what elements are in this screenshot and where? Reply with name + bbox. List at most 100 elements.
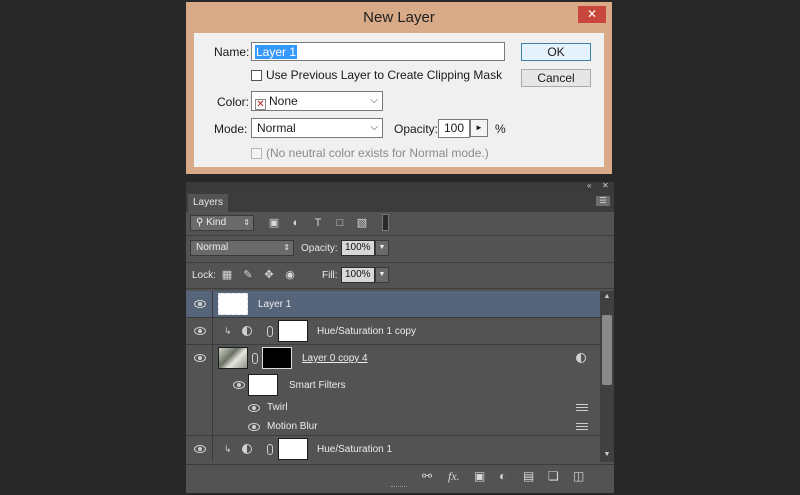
visibility-cell [186,417,213,435]
link-icon[interactable] [267,444,273,455]
eye-icon[interactable] [248,423,260,431]
ok-button[interactable]: OK [521,43,591,61]
close-icon[interactable]: ✕ [602,181,609,190]
layer-name-input[interactable]: Layer 1 [251,42,505,61]
visibility-toggle[interactable] [186,345,213,372]
clipping-arrow-icon: ↳ [224,326,232,336]
image-filter-icon[interactable]: ▣ [267,216,281,230]
panel-resize-grip[interactable] [391,486,407,491]
clipping-mask-checkbox[interactable] [251,70,262,81]
smart-object-thumbnail [218,347,248,369]
filter-blending-options-icon[interactable] [576,404,588,412]
link-icon[interactable] [267,326,273,337]
layer-opacity-label: Opacity: [301,243,338,254]
smart-filter-badge-icon [576,353,586,363]
layer-name: Layer 1 [258,299,292,310]
type-filter-icon[interactable]: T [311,216,325,230]
visibility-toggle[interactable] [186,318,213,344]
eye-icon [194,327,206,335]
layer-name: Layer 0 copy 4 [302,353,368,364]
updown-icon: ⇕ [283,243,290,252]
link-icon[interactable] [252,353,258,364]
opacity-dropdown-icon[interactable]: ▼ [375,240,389,256]
adjustment-filter-icon[interactable]: ◐ [289,216,303,230]
visibility-cell [186,398,213,417]
opacity-stepper[interactable]: ► [470,119,488,137]
opacity-input[interactable]: 100 [438,119,470,138]
new-layer-icon[interactable]: ❏ [548,469,559,483]
add-mask-icon[interactable]: ▣ [474,469,485,483]
divider [186,288,614,289]
trash-icon[interactable]: ◫ [573,469,584,483]
opacity-value: 100 [443,121,465,135]
layer-opacity-input[interactable]: 100% [341,240,375,256]
color-label: Color: [217,95,250,109]
scroll-down-icon[interactable]: ▼ [600,451,614,458]
color-value: None [269,94,298,108]
close-icon[interactable]: ✕ [578,6,606,23]
tab-layers[interactable]: Layers [188,194,228,212]
filter-kind-select[interactable]: ⚲ Kind ⇕ [190,215,254,231]
layer-mask-thumbnail [278,320,308,342]
filter-blending-options-icon[interactable] [576,423,588,431]
layer-row-hue-saturation-1-copy[interactable]: ↳ Hue/Saturation 1 copy [186,318,600,345]
layers-scrollbar[interactable]: ▲ ▼ [600,291,614,462]
neutral-color-checkbox[interactable] [251,148,262,159]
visibility-toggle[interactable] [186,436,213,462]
shape-filter-icon[interactable]: □ [333,216,347,230]
eye-icon[interactable] [248,404,260,412]
name-label: Name: [214,45,250,59]
scroll-thumb[interactable] [602,315,612,385]
search-icon: ⚲ [196,217,204,228]
collapse-icon[interactable]: « [587,181,591,190]
mode-label: Mode: [214,122,248,136]
lock-position-move-icon[interactable]: ✥ [262,268,276,282]
fill-input[interactable]: 100% [341,267,375,283]
blend-mode-select[interactable]: Normal ⇕ [190,240,294,256]
fx-icon[interactable]: fx. [448,469,460,483]
cancel-button[interactable]: Cancel [521,69,591,87]
fill-label: Fill: [322,270,338,281]
opacity-unit: % [495,122,506,136]
mode-select[interactable]: Normal ⌵ [251,118,383,138]
link-layers-icon[interactable]: ⚯ [422,469,432,483]
adjustment-icon[interactable]: ◐ [499,469,506,483]
no-color-icon: ✕ [255,99,266,110]
panel-menu-icon[interactable]: ☰ [596,196,610,206]
layer-thumbnail [218,293,248,315]
layers-panel: « ✕ Layers ☰ ⚲ Kind ⇕ ▣ ◐ T □ ▧ Normal ⇕… [186,181,614,493]
opacity-label: Opacity: [394,122,439,136]
neutral-color-label: (No neutral color exists for Normal mode… [266,146,489,160]
visibility-cell [186,372,213,398]
layer-name: Hue/Saturation 1 [317,444,393,455]
smart-filters-row[interactable]: Smart Filters [186,372,600,398]
eye-icon [194,354,206,362]
color-select[interactable]: ✕ None ⌵ [251,91,383,111]
new-layer-dialog: New Layer ✕ Name: Layer 1 OK Cancel Use … [186,2,612,174]
filter-name: Twirl [267,402,288,413]
visibility-toggle[interactable] [186,291,213,317]
eye-icon [194,445,206,453]
filter-row-motion-blur[interactable]: Motion Blur [186,417,600,436]
filter-row-twirl[interactable]: Twirl [186,398,600,417]
blend-mode-value: Normal [196,242,229,253]
eye-icon[interactable] [233,381,245,389]
filter-name: Motion Blur [267,421,318,432]
dialog-body: Name: Layer 1 OK Cancel Use Previous Lay… [194,33,604,167]
folder-icon[interactable]: ▤ [523,469,534,483]
lock-pixels-brush-icon[interactable]: ✎ [241,268,255,282]
scroll-up-icon[interactable]: ▲ [600,293,614,300]
smart-filter-mask-thumbnail [248,374,278,396]
adjustment-layer-icon [242,326,252,336]
layer-row-hue-saturation-1[interactable]: ↳ Hue/Saturation 1 [186,436,600,462]
layer-row-layer-0-copy-4[interactable]: Layer 0 copy 4 [186,345,600,372]
lock-transparency-icon[interactable]: ▦ [220,268,234,282]
smart-object-filter-icon[interactable]: ▧ [355,216,369,230]
lock-all-icon[interactable]: ◉ [283,268,297,282]
clipping-arrow-icon: ↳ [224,444,232,454]
layer-row-layer-1[interactable]: Layer 1 [186,291,600,318]
mode-value: Normal [257,121,296,135]
chevron-down-icon: ⌵ [370,122,378,133]
fill-dropdown-icon[interactable]: ▼ [375,267,389,283]
filter-toggle[interactable] [382,214,389,231]
